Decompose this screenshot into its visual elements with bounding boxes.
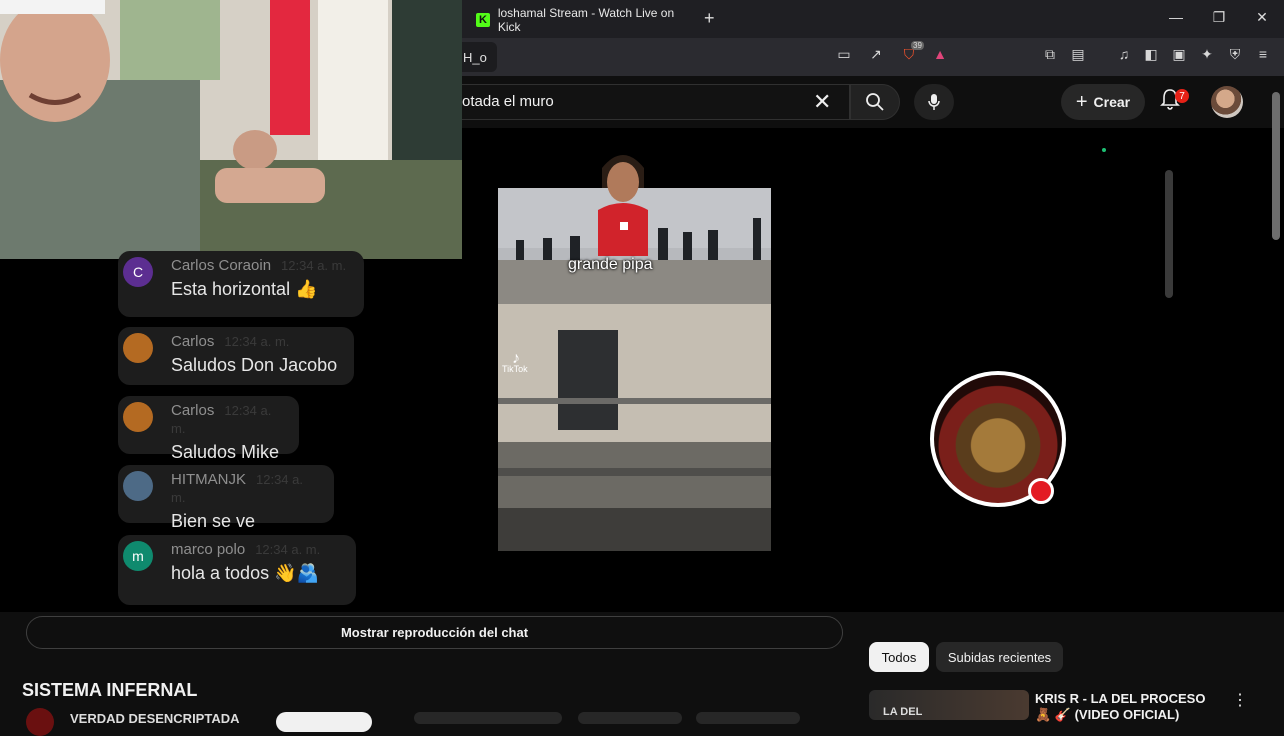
chat-author: HITMANJK	[171, 471, 246, 488]
plus-icon: +	[1075, 90, 1088, 113]
subscribe-button[interactable]	[276, 712, 372, 732]
chat-author: marco polo	[171, 541, 246, 558]
voice-search-button[interactable]	[914, 84, 954, 120]
channel-avatar[interactable]	[26, 708, 54, 736]
brave-rewards-icon[interactable]: ▲	[930, 46, 950, 66]
close-window-button[interactable]: ✕	[1252, 9, 1272, 26]
chip-recent-uploads[interactable]: Subidas recientes	[936, 642, 1063, 672]
chat-avatar	[123, 402, 153, 432]
search-icon	[866, 93, 884, 111]
video-title: SISTEMA INFERNAL	[22, 680, 198, 700]
inner-scrollbar[interactable]	[1165, 170, 1173, 298]
chat-avatar: C	[123, 257, 153, 287]
clear-search-icon[interactable]: ✕	[813, 89, 831, 115]
chat-text: hola a todos 👋🫂	[171, 563, 319, 583]
music-icon[interactable]: ♫	[1114, 46, 1134, 66]
more-options-icon[interactable]: ⋮	[1232, 690, 1248, 710]
url-text: H_o	[463, 50, 487, 65]
action-button[interactable]	[414, 712, 562, 724]
create-button[interactable]: + Crear	[1061, 84, 1145, 120]
chat-message[interactable]: C Carlos Coraoin 12:34 a. m. Esta horizon…	[118, 251, 364, 317]
kick-logo-icon: K	[476, 13, 490, 27]
sidebar-icon[interactable]: ◧	[1141, 46, 1161, 66]
chat-author: Carlos Coraoin	[171, 257, 272, 274]
action-button[interactable]	[696, 712, 800, 724]
chat-timestamp: 12:34 a. m.	[224, 334, 290, 349]
shield-badge: 39	[911, 41, 924, 50]
chat-message[interactable]: HITMANJK 12:34 a. m. Bien se ve	[118, 465, 334, 531]
tiktok-brand: TikTok	[502, 364, 528, 374]
clip-caption: grande pipa	[568, 256, 653, 273]
account-avatar[interactable]	[1211, 86, 1243, 118]
chat-timestamp: 12:34 a. m.	[255, 542, 321, 557]
chat-avatar	[123, 471, 153, 501]
new-tab-button[interactable]: +	[704, 8, 715, 29]
minimize-button[interactable]: —	[1166, 9, 1186, 25]
chip-all[interactable]: Todos	[869, 642, 929, 672]
webcam-overlay	[0, 0, 462, 259]
search-query: otada el muro	[462, 93, 554, 110]
tiktok-watermark: ♪ TikTok	[502, 350, 528, 375]
chat-message[interactable]: Carlos 12:34 a. m. Saludos Don Jacobo	[118, 327, 354, 385]
recommended-video-title[interactable]: KRIS R - LA DEL PROCESO 🧸 🎸 (VIDEO OFICI…	[1035, 691, 1225, 723]
leo-ai-icon[interactable]: ✦	[1197, 46, 1217, 66]
vpn-icon[interactable]: ⛨	[1225, 46, 1245, 66]
chat-avatar: m	[123, 541, 153, 571]
status-dot	[1102, 148, 1106, 152]
chat-author: Carlos	[171, 402, 215, 419]
chat-timestamp: 12:34 a. m.	[281, 258, 347, 273]
show-chat-replay-button[interactable]: Mostrar reproducción del chat	[26, 616, 843, 649]
channel-name[interactable]: VERDAD DESENCRIPTADA	[70, 711, 240, 726]
chat-author: Carlos	[171, 333, 215, 350]
restore-button[interactable]: ❐	[1209, 9, 1229, 26]
chat-text: Saludos Mike	[171, 442, 280, 462]
thumbnail-text: LA DEL	[883, 706, 923, 718]
wallet-icon[interactable]: ▣	[1169, 46, 1189, 66]
chat-avatar	[123, 333, 153, 363]
extensions-icon[interactable]: ⧉	[1040, 46, 1060, 66]
brave-shield-icon[interactable]: ⛉ 39	[899, 41, 924, 66]
cast-icon[interactable]: ▭	[834, 46, 854, 66]
share-icon[interactable]: ↗	[866, 46, 886, 66]
create-label: Crear	[1093, 94, 1131, 110]
chat-message[interactable]: Carlos 12:34 a. m. Saludos Mike	[118, 396, 299, 462]
tiktok-logo-icon: ♪	[512, 350, 520, 367]
chat-text: Bien se ve	[171, 511, 256, 531]
chat-text: Esta horizontal 👍	[171, 279, 318, 299]
notification-count-badge: 7	[1175, 89, 1189, 103]
recommended-thumbnail[interactable]: LA DEL	[869, 690, 1029, 720]
mic-icon	[928, 94, 940, 110]
chat-message[interactable]: m marco polo 12:34 a. m. hola a todos 👋🫂	[118, 535, 356, 605]
chat-text: Saludos Don Jacobo	[171, 355, 338, 375]
live-indicator	[1028, 478, 1054, 504]
search-button[interactable]	[850, 84, 900, 120]
menu-icon[interactable]: ≡	[1253, 46, 1273, 66]
browser-tab-active[interactable]: K loshamal Stream - Watch Live on Kick	[462, 6, 698, 34]
tab-title: loshamal Stream - Watch Live on Kick	[497, 6, 675, 34]
player-photo	[598, 155, 648, 256]
page-scrollbar[interactable]	[1272, 92, 1280, 240]
action-button[interactable]	[578, 712, 682, 724]
reader-icon[interactable]: ▤	[1068, 46, 1088, 66]
